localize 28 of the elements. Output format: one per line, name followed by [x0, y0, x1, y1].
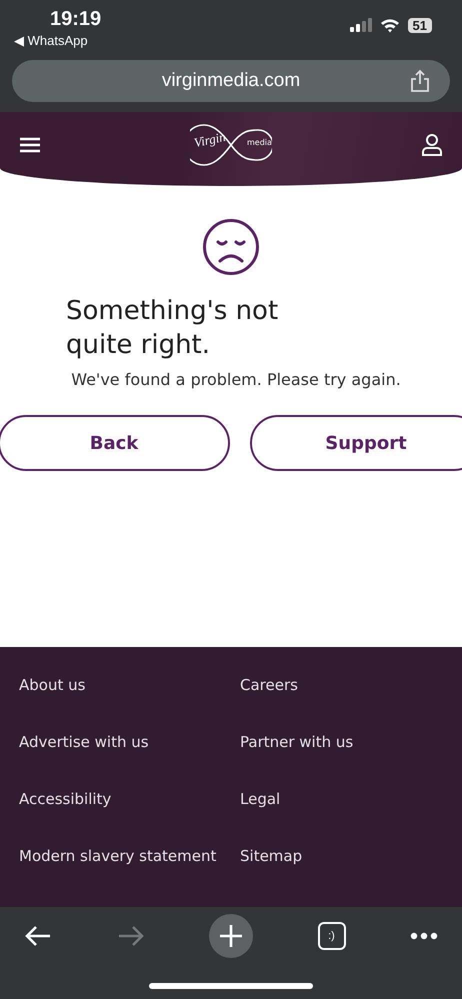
menu-icon[interactable]: [20, 137, 40, 153]
back-arrow-icon[interactable]: [24, 925, 52, 947]
action-button[interactable]: Support: [250, 415, 462, 471]
footer-link[interactable]: Sitemap: [240, 847, 302, 865]
plus-button[interactable]: [209, 914, 253, 958]
address-bar[interactable]: virginmedia.com: [12, 60, 450, 102]
error-title: Something's not quite right.: [65, 295, 280, 362]
footer-link[interactable]: Partner with us: [240, 733, 354, 751]
back-to-app-link[interactable]: ◀ WhatsApp: [14, 33, 88, 48]
footer-link[interactable]: Legal: [240, 790, 280, 808]
more-icon[interactable]: [410, 932, 438, 940]
battery-indicator: 51: [408, 18, 432, 32]
wifi-icon: [380, 18, 400, 32]
action-button[interactable]: Back: [0, 415, 230, 471]
signal-icon: [350, 18, 372, 32]
share-icon[interactable]: [410, 69, 430, 93]
footer-link[interactable]: Advertise with us: [19, 733, 149, 751]
status-time: 19:19: [50, 8, 102, 31]
sad-face-icon: [202, 218, 260, 276]
footer-link[interactable]: Modern slavery statement: [19, 847, 216, 865]
footer-link[interactable]: Careers: [240, 676, 298, 694]
account-icon[interactable]: [422, 133, 442, 157]
tabs-button[interactable]: :): [318, 922, 346, 950]
footer-link[interactable]: About us: [19, 676, 86, 694]
logo[interactable]: Virgin media: [190, 122, 272, 168]
footer-link[interactable]: Accessibility: [19, 790, 112, 808]
url-text: virginmedia.com: [162, 70, 300, 92]
error-message: We've found a problem. Please try again.: [70, 370, 401, 389]
